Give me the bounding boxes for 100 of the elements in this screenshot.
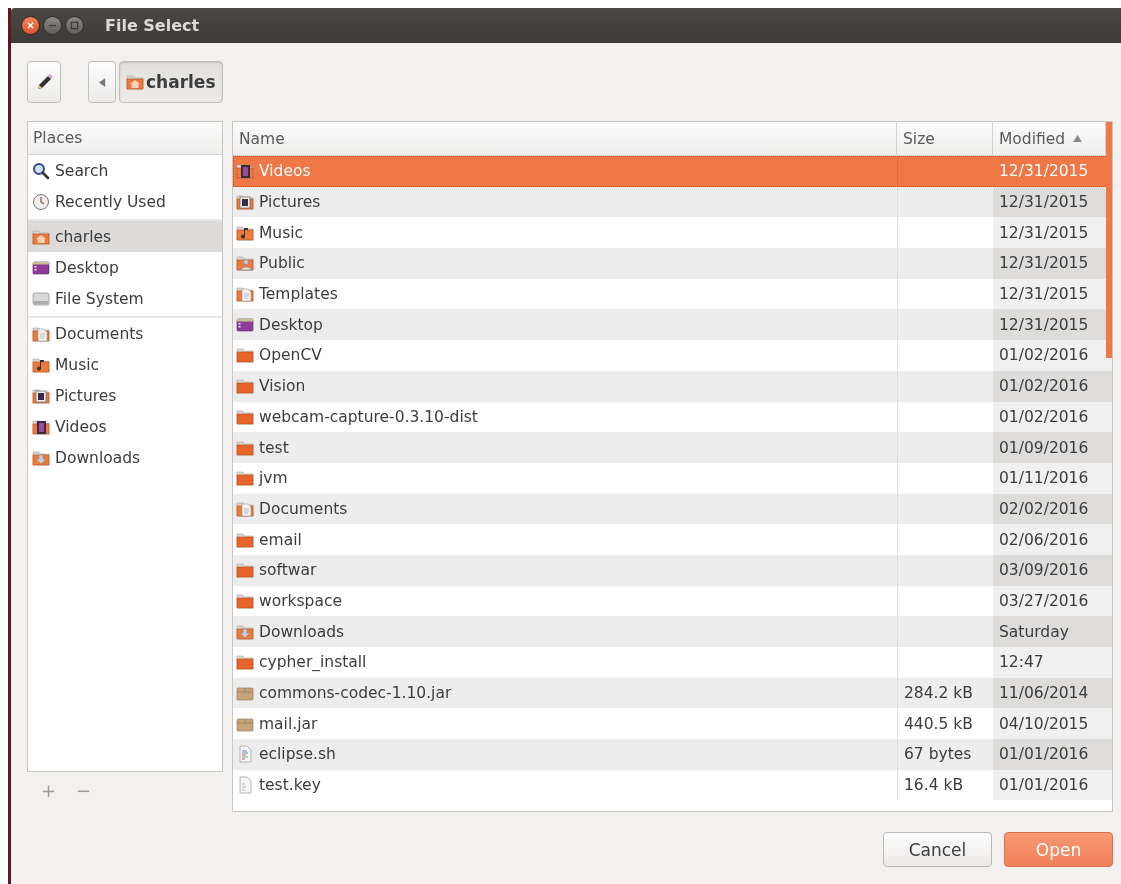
home-folder-icon: [126, 73, 144, 91]
folder-icon: [236, 377, 254, 396]
person-folder-icon: [236, 254, 254, 273]
file-name: cypher_install: [259, 653, 367, 672]
file-name: workspace: [259, 591, 342, 610]
folder-icon: [236, 469, 254, 488]
file-name: Downloads: [259, 622, 345, 641]
path-button[interactable]: charles: [119, 61, 223, 103]
modified-date: Saturday: [999, 622, 1069, 641]
page-folder-icon: [236, 499, 254, 518]
file-row[interactable]: cypher_install 12:47: [233, 647, 1112, 678]
sidebar-item[interactable]: charles: [28, 221, 222, 252]
column-header[interactable]: Size: [897, 122, 993, 155]
file-name: OpenCV: [259, 346, 322, 365]
modified-date: 12/31/2015: [999, 315, 1089, 334]
file-size: 67 bytes: [904, 745, 972, 764]
folder-icon: [236, 407, 254, 426]
desktop-icon: [32, 258, 50, 277]
clock-icon: [32, 192, 50, 211]
search-icon: [32, 161, 50, 180]
sidebar-item[interactable]: Music: [28, 349, 222, 380]
back-button[interactable]: [88, 61, 116, 103]
sidebar-item[interactable]: Pictures: [28, 380, 222, 411]
cancel-button[interactable]: Cancel: [883, 832, 992, 867]
file-row[interactable]: jvm 01/11/2016: [233, 462, 1112, 494]
page-folder-icon: [236, 285, 254, 304]
folder-icon: [236, 530, 254, 549]
file-row[interactable]: eclipse.sh 67 bytes 01/01/2016: [233, 739, 1112, 770]
file-name: Vision: [259, 377, 306, 396]
music-folder-icon: [236, 223, 254, 242]
modified-date: 12:47: [999, 653, 1044, 672]
file-name: Public: [259, 254, 305, 273]
file-name: eclipse.sh: [259, 745, 336, 764]
maximize-button[interactable]: [65, 16, 84, 35]
download-folder-icon: [236, 622, 254, 641]
column-header[interactable]: Name: [233, 122, 897, 155]
file-name: commons-codec-1.10.jar: [259, 684, 452, 703]
sidebar-item[interactable]: Downloads: [28, 442, 222, 473]
file-size: 284.2 kB: [904, 684, 973, 703]
minimize-button[interactable]: [43, 16, 62, 35]
sidebar-item[interactable]: File System: [28, 283, 222, 314]
modified-date: 04/10/2015: [999, 714, 1089, 733]
file-size: 16.4 kB: [904, 776, 964, 795]
file-name: mail.jar: [259, 714, 318, 733]
desktop-icon: [236, 315, 254, 334]
file-row[interactable]: OpenCV 01/02/2016: [233, 340, 1112, 371]
film-folder-icon: [32, 417, 50, 436]
left-arrow-icon: [98, 77, 106, 87]
sidebar-item[interactable]: Documents: [28, 318, 222, 349]
file-row[interactable]: commons-codec-1.10.jar 284.2 kB 11/06/2014: [233, 677, 1112, 709]
sidebar-item[interactable]: Search: [28, 155, 222, 186]
modified-date: 12/31/2015: [999, 254, 1089, 273]
scrollbar-thumb[interactable]: [1106, 122, 1112, 358]
drive-icon: [32, 289, 50, 308]
file-name: Templates: [259, 285, 338, 304]
close-icon: [26, 21, 35, 30]
file-name: softwar: [259, 561, 317, 580]
modified-date: 03/27/2016: [999, 591, 1089, 610]
sort-arrow-icon: [1073, 135, 1083, 142]
download-folder-icon: [32, 448, 50, 467]
file-name: webcam-capture-0.3.10-dist: [259, 407, 478, 426]
modified-date: 12/31/2015: [999, 193, 1089, 212]
file-name: email: [259, 530, 302, 549]
film-folder-icon: [236, 162, 254, 181]
file-row[interactable]: Documents 02/02/2016: [233, 493, 1112, 525]
file-name: Documents: [259, 499, 348, 518]
file-size: 440.5 kB: [904, 714, 973, 733]
modified-date: 02/06/2016: [999, 530, 1089, 549]
folder-icon: [236, 346, 254, 365]
file-row[interactable]: Downloads Saturday: [233, 616, 1112, 647]
file-row[interactable]: Vision 01/02/2016: [233, 370, 1112, 402]
file-name: Videos: [259, 162, 311, 181]
modified-date: 01/02/2016: [999, 377, 1089, 396]
folder-icon: [236, 591, 254, 610]
picture-folder-icon: [236, 193, 254, 212]
sidebar-item[interactable]: Recently Used: [28, 186, 222, 217]
file-row[interactable]: email 02/06/2016: [233, 524, 1112, 555]
window-title: File Select: [105, 16, 200, 35]
modified-date: 01/01/2016: [999, 745, 1089, 764]
modified-date: 01/02/2016: [999, 407, 1089, 426]
modified-date: 03/09/2016: [999, 561, 1089, 580]
file-name: jvm: [259, 469, 288, 488]
file-name: Music: [259, 223, 304, 242]
picture-folder-icon: [32, 386, 50, 405]
file-row[interactable]: softwar 03/09/2016: [233, 554, 1112, 586]
modified-date: 12/31/2015: [999, 285, 1089, 304]
file-name: test.key: [259, 776, 321, 795]
package-icon: [236, 684, 254, 703]
modified-date: 02/02/2016: [999, 499, 1089, 518]
file-row[interactable]: test.key 16.4 kB 01/01/2016: [233, 769, 1112, 801]
script-file-icon: [236, 745, 254, 764]
modified-date: 01/09/2016: [999, 438, 1089, 457]
close-button[interactable]: [21, 16, 40, 35]
sidebar-item[interactable]: Desktop: [28, 252, 222, 283]
page-folder-icon: [32, 324, 50, 343]
maximize-icon: [70, 21, 79, 30]
edit-location-button[interactable]: [27, 61, 61, 103]
file-row[interactable]: test 01/09/2016: [233, 432, 1112, 463]
sidebar-item[interactable]: Videos: [28, 411, 222, 442]
modified-date: 12/31/2015: [999, 162, 1089, 181]
